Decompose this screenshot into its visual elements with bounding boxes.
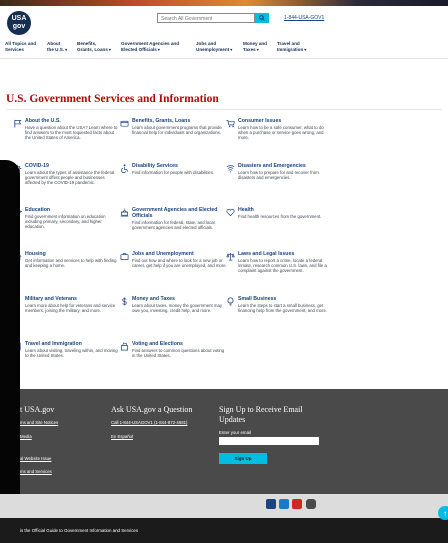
card-title[interactable]: Disasters and Emergencies — [238, 163, 334, 169]
card-description: Learn about government programs that pro… — [132, 125, 222, 136]
lightbulb-icon — [225, 296, 235, 306]
nav-label: Money and Taxes — [243, 41, 267, 52]
youtube-icon[interactable] — [292, 499, 302, 509]
signup-button[interactable]: Sign Up — [219, 453, 267, 464]
instagram-icon[interactable] — [306, 499, 316, 509]
card-description: Learn more about help for veterans and s… — [25, 303, 116, 314]
identifier-text: is the Official Guide to Government Info… — [20, 528, 139, 533]
chevron-down-icon: ▾ — [256, 46, 259, 52]
email-field[interactable] — [219, 437, 319, 445]
footer-link[interactable]: ms and Site Notices — [20, 420, 58, 425]
card-description: Learn how to report a crime, locate a fe… — [238, 258, 327, 274]
title-divider — [6, 109, 442, 110]
main-nav: All Topics and Services About the U.S.▾ … — [0, 38, 448, 59]
card-title[interactable]: Consumer Issues — [238, 118, 334, 124]
email-label: Enter your email — [219, 430, 251, 435]
card-title[interactable]: Government Agencies and Elected Official… — [132, 207, 228, 219]
nav-label: Travel and Immigration — [277, 41, 304, 52]
footer-ask-heading: Ask USA.gov a Question — [111, 405, 193, 414]
card-description: Learn the steps to start a small busines… — [238, 303, 328, 314]
card-description: Learn how to be a safe consumer, what to… — [238, 125, 324, 141]
nav-all-topics[interactable]: All Topics and Services — [5, 41, 36, 52]
twitter-icon[interactable] — [279, 499, 289, 509]
card-title[interactable]: Military and Veterans — [25, 296, 121, 302]
search-input[interactable]: Search All Government — [157, 13, 255, 23]
arrow-up-icon: ↑ — [443, 508, 447, 518]
card-icon — [119, 118, 129, 128]
card-title[interactable]: Health — [238, 207, 334, 213]
nav-label: Jobs and Unemployment — [196, 41, 230, 52]
card-title[interactable]: Voting and Elections — [132, 341, 228, 347]
cart-icon — [225, 118, 235, 128]
nav-label: About the U.S. — [47, 41, 65, 52]
capitol-icon — [119, 207, 129, 217]
chevron-down-icon: ▾ — [230, 46, 233, 52]
card-title[interactable]: Disability Services — [132, 163, 228, 169]
chevron-down-icon: ▾ — [65, 46, 68, 52]
chevron-down-icon: ▾ — [304, 46, 307, 52]
nav-money[interactable]: Money and Taxes▾ — [243, 41, 267, 52]
search-button[interactable] — [255, 13, 269, 23]
usagov-logo[interactable]: USA gov — [7, 11, 31, 35]
card-title[interactable]: Money and Taxes — [132, 296, 228, 302]
heart-icon — [225, 207, 235, 217]
footer-link[interactable]: ms and Services — [20, 469, 52, 474]
card-description: Have a question about the USA? Learn whe… — [25, 125, 118, 141]
card-description: Learn about visiting, traveling within, … — [25, 348, 118, 359]
footer-link[interactable]: al Website Issue — [20, 456, 51, 461]
page-title: U.S. Government Services and Information — [6, 93, 219, 105]
disability-icon — [119, 163, 129, 173]
footer-espanol-link[interactable]: En Español — [111, 434, 133, 439]
ballot-icon — [119, 341, 129, 351]
card-description: Find information for federal, state, and… — [132, 220, 215, 231]
card-title[interactable]: Laws and Legal Issues — [238, 251, 334, 257]
logo-text: USA gov — [11, 15, 27, 30]
chevron-down-icon: ▾ — [108, 46, 111, 52]
card-title[interactable]: COVID-19 — [25, 163, 121, 169]
card-title[interactable]: Housing — [25, 251, 121, 257]
disaster-icon — [225, 163, 235, 173]
card-title[interactable]: Travel and Immigration — [25, 341, 121, 347]
search-icon — [259, 15, 265, 21]
footer-about-heading: t USA.gov — [20, 405, 55, 414]
signup-label: Sign Up — [234, 456, 252, 461]
flag-icon — [12, 118, 22, 128]
card-description: Find health resources from the governmen… — [238, 214, 322, 219]
card-description: Learn how to prepare for and recover fro… — [238, 170, 319, 181]
card-description: Find out how and where to look for a new… — [132, 258, 227, 269]
footer-phone-link[interactable]: Call 1-844-USAGOV1 (1-844-872-4681) — [111, 420, 187, 425]
nav-label: Government Agencies and Elected Official… — [121, 41, 180, 52]
chevron-down-icon: ▾ — [157, 46, 160, 52]
footer-signup-heading: Sign Up to Receive Email Updates — [219, 405, 303, 424]
nav-label: All Topics and Services — [5, 41, 37, 52]
card-description: Find government information on education… — [25, 214, 106, 230]
footer-link[interactable]: Media — [20, 434, 32, 439]
nav-about-us[interactable]: About the U.S.▾ — [47, 41, 67, 52]
left-edge-shadow — [0, 160, 20, 543]
nav-label: Benefits, Grants, Loans — [77, 41, 108, 52]
nav-benefits[interactable]: Benefits, Grants, Loans▾ — [77, 41, 111, 52]
card-title[interactable]: Small Business — [238, 296, 334, 302]
phone-link[interactable]: 1-844-USA-GOV1 — [284, 15, 324, 21]
card-description: Learn about taxes, money the government … — [132, 303, 223, 314]
scales-icon — [225, 251, 235, 261]
back-to-top-button[interactable]: ↑ — [438, 506, 448, 520]
card-title[interactable]: Jobs and Unemployment — [132, 251, 228, 257]
site-header: USA gov Search All Government 1-844-USA-… — [0, 6, 448, 36]
facebook-icon[interactable] — [266, 499, 276, 509]
nav-agencies[interactable]: Government Agencies and Elected Official… — [121, 41, 179, 52]
briefcase-icon — [119, 251, 129, 261]
social-bar — [0, 494, 448, 518]
card-title[interactable]: Education — [25, 207, 121, 213]
card-description: Find answers to common questions about v… — [132, 348, 225, 359]
card-description: Learn about the types of assistance the … — [25, 170, 115, 186]
nav-jobs[interactable]: Jobs and Unemployment▾ — [196, 41, 232, 52]
card-title[interactable]: About the U.S. — [25, 118, 121, 124]
card-description: Get information and services to help wit… — [25, 258, 117, 269]
card-title[interactable]: Benefits, Grants, Loans — [132, 118, 228, 124]
nav-travel[interactable]: Travel and Immigration▾ — [277, 41, 306, 52]
dollar-icon — [119, 296, 129, 306]
card-description: Find information for people with disabil… — [132, 170, 215, 175]
